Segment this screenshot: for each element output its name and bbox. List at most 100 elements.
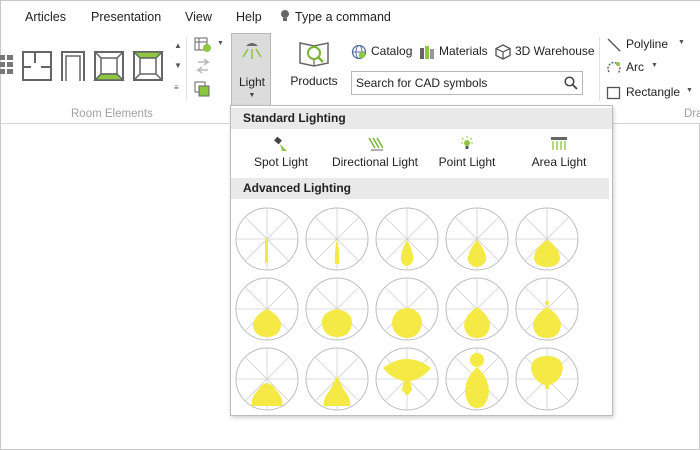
advanced-light-item[interactable]: [514, 346, 580, 412]
light-distribution-icon: [235, 277, 299, 341]
light-button[interactable]: Light ▼: [231, 33, 271, 105]
lightbulb-icon: [281, 10, 289, 21]
cad-search-input[interactable]: [352, 72, 557, 94]
polyline-icon: [607, 38, 621, 52]
spot-light-item[interactable]: Spot Light: [249, 136, 313, 176]
menu-help[interactable]: Help: [236, 10, 262, 24]
layers-icon[interactable]: [194, 81, 212, 97]
rectangle-dropdown-icon[interactable]: ▼: [686, 87, 693, 94]
room-elements-scroll[interactable]: ▲ ▼ ≡: [172, 41, 184, 93]
app-window: Articles Presentation View Help Type a c…: [0, 0, 700, 450]
polyline-dropdown-icon[interactable]: ▼: [678, 39, 685, 46]
light-distribution-icon: [235, 347, 299, 411]
directional-light-item[interactable]: Directional Light: [327, 136, 423, 176]
advanced-light-item[interactable]: [444, 346, 510, 412]
area-light-item[interactable]: Area Light: [527, 136, 591, 176]
catalog-button[interactable]: Catalog: [351, 43, 416, 61]
directional-light-label: Directional Light: [331, 155, 419, 169]
globe-icon: [351, 44, 367, 60]
point-light-icon: [461, 136, 473, 149]
light-distribution-icon: [235, 207, 299, 271]
light-distribution-icon: [445, 277, 509, 341]
room-layout-icon[interactable]: [21, 49, 53, 85]
separator: [186, 37, 187, 101]
light-distribution-icon: [305, 277, 369, 341]
scroll-down-icon[interactable]: ▼: [174, 61, 182, 70]
point-light-label: Point Light: [438, 155, 496, 169]
area-light-icon: [551, 137, 567, 150]
advanced-light-item[interactable]: [234, 346, 300, 412]
menu-bar: Articles Presentation View Help Type a c…: [1, 1, 700, 33]
arc-label: Arc: [626, 60, 644, 74]
menu-presentation[interactable]: Presentation: [91, 10, 161, 24]
light-distribution-icon: [445, 347, 509, 411]
light-distribution-icon: [375, 347, 439, 411]
advanced-light-item[interactable]: [374, 346, 440, 412]
advanced-light-item[interactable]: [304, 346, 370, 412]
room-elements-group-label: Room Elements: [71, 108, 153, 120]
menu-articles[interactable]: Articles: [25, 10, 66, 24]
transfer-icon[interactable]: [194, 59, 212, 75]
rectangle-icon: [606, 86, 621, 100]
advanced-light-item[interactable]: [374, 206, 440, 272]
ceiling-light-icon: [242, 43, 262, 59]
grid-settings-icon[interactable]: [194, 37, 212, 53]
spot-light-icon: [274, 136, 287, 151]
materials-button[interactable]: Materials: [419, 43, 491, 61]
cad-search-box: [351, 71, 583, 95]
arc-button[interactable]: Arc ▼: [606, 59, 666, 77]
arc-icon: [607, 61, 621, 74]
ceiling-green-icon[interactable]: [132, 49, 164, 85]
advanced-light-item[interactable]: [234, 206, 300, 272]
light-label: Light: [238, 75, 266, 89]
scroll-up-icon[interactable]: ▲: [174, 41, 182, 50]
advanced-light-item[interactable]: [444, 206, 510, 272]
light-distribution-icon: [515, 347, 579, 411]
point-light-item[interactable]: Point Light: [435, 136, 499, 176]
catalog-label: Catalog: [371, 44, 413, 58]
rectangle-button[interactable]: Rectangle ▼: [606, 84, 696, 102]
3d-warehouse-button[interactable]: 3D Warehouse: [495, 43, 595, 61]
light-dropdown-panel: Standard Lighting Spot Light Directional…: [230, 105, 613, 416]
advanced-light-item[interactable]: [374, 276, 440, 342]
advanced-lighting-header: Advanced Lighting: [231, 178, 609, 199]
command-search[interactable]: Type a command: [295, 10, 391, 24]
door-frame-icon[interactable]: [57, 49, 89, 85]
polyline-label: Polyline: [626, 37, 669, 51]
advanced-light-item[interactable]: [514, 276, 580, 342]
light-dropdown-icon: ▼: [248, 92, 256, 99]
light-distribution-icon: [375, 207, 439, 271]
products-label: Products: [290, 74, 338, 88]
arc-dropdown-icon[interactable]: ▼: [651, 62, 658, 69]
light-distribution-icon: [305, 347, 369, 411]
polyline-button[interactable]: Polyline ▼: [606, 36, 686, 54]
draw-group-label: Dra: [684, 108, 700, 120]
light-distribution-icon: [305, 207, 369, 271]
wall-brick-icon[interactable]: [0, 49, 17, 85]
advanced-light-item[interactable]: [304, 276, 370, 342]
warehouse-cube-icon: [495, 44, 511, 60]
light-distribution-icon: [445, 207, 509, 271]
advanced-light-item[interactable]: [234, 276, 300, 342]
directional-light-icon: [368, 137, 383, 151]
spot-light-label: Spot Light: [253, 155, 309, 169]
search-icon[interactable]: [564, 76, 578, 90]
advanced-light-item[interactable]: [514, 206, 580, 272]
rectangle-label: Rectangle: [626, 85, 681, 99]
3d-warehouse-label: 3D Warehouse: [515, 44, 595, 58]
separator: [599, 37, 600, 101]
products-book-icon: [299, 42, 329, 67]
materials-label: Materials: [439, 44, 488, 58]
standard-lighting-header: Standard Lighting: [231, 108, 612, 129]
products-button[interactable]: Products: [286, 37, 342, 93]
grid-settings-dropdown-icon[interactable]: ▼: [217, 40, 224, 47]
advanced-light-item[interactable]: [304, 206, 370, 272]
expand-gallery-icon[interactable]: ≡: [174, 83, 179, 92]
floor-green-icon[interactable]: [93, 49, 125, 85]
materials-icon: [420, 46, 434, 59]
light-distribution-icon: [375, 277, 439, 341]
area-light-label: Area Light: [531, 155, 587, 169]
menu-view[interactable]: View: [185, 10, 212, 24]
light-distribution-icon: [515, 277, 579, 341]
advanced-light-item[interactable]: [444, 276, 510, 342]
